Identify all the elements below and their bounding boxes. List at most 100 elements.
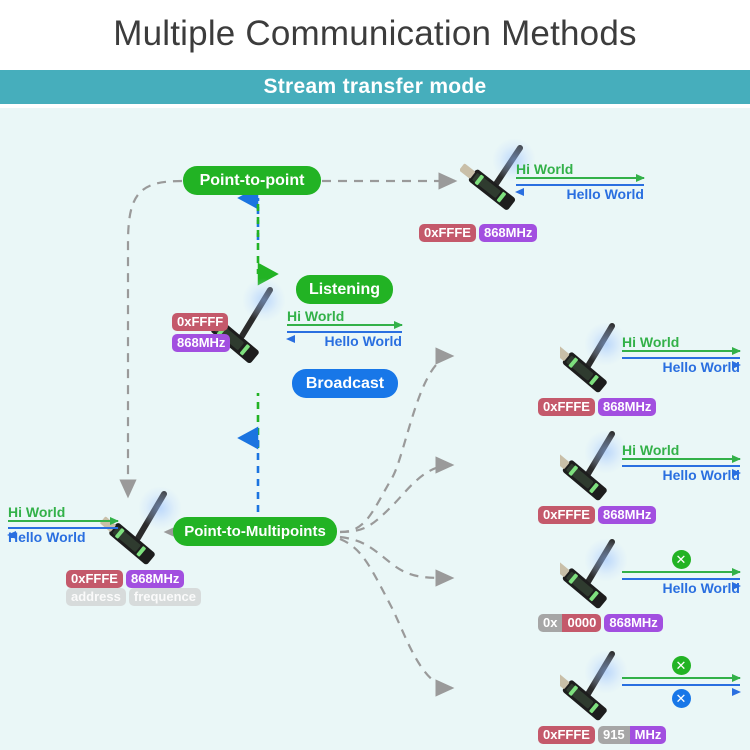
tx-arrow-line	[622, 347, 741, 355]
rx-label: Hello World	[566, 186, 644, 202]
cross-icon: ✕	[671, 689, 691, 708]
device-left-hub-tags: 0xFFFE 868MHz	[66, 570, 185, 588]
rx-arrow-head	[515, 188, 524, 196]
node-listening-label: Listening	[308, 280, 381, 298]
rx-arrow-head	[732, 361, 741, 369]
tx-label: Hi World	[516, 161, 574, 177]
page-subtitle: Stream transfer mode	[263, 75, 487, 98]
frequency-tag: 868MHz	[125, 570, 185, 588]
rx-blocked-row: ✕	[622, 689, 740, 708]
rx-arrow-head	[286, 335, 295, 343]
rx-arrow-head	[732, 469, 741, 477]
message-group-center-hub: Hi World Hello World	[286, 308, 403, 349]
address-tag: 0xFFFE	[419, 224, 476, 242]
tx-arrow-head	[732, 568, 741, 576]
address-tag: 0xFFFE	[538, 726, 595, 744]
frequency-tag: 868MHz	[478, 224, 538, 242]
message-group-right-2: Hi World Hello World	[622, 442, 741, 483]
tx-arrow-head	[636, 174, 645, 182]
tx-label: Hi World	[287, 308, 345, 324]
device-top-right-tags: 0xFFFE 868MHz	[419, 224, 538, 242]
frequency-unit: MHz	[629, 726, 667, 744]
tx-arrow-head	[732, 347, 741, 355]
message-group-left-hub: Hi World Hello World	[7, 504, 119, 545]
cross-icon: ✕	[671, 550, 691, 569]
legend-address-label: address	[66, 588, 126, 606]
antenna-glow	[138, 486, 182, 530]
arrow-pair	[7, 517, 119, 539]
rx-arrow-line	[622, 465, 741, 477]
rx-arrow-head	[732, 582, 741, 590]
diagram-canvas: Point-to-point Listening Broadcast Point…	[0, 108, 750, 750]
arrow-pair	[622, 674, 741, 696]
device-right-2-tags: 0xFFFE 868MHz	[538, 506, 657, 524]
tx-arrow-head	[110, 517, 119, 525]
tx-arrow-line	[622, 674, 741, 682]
legend-frequence-label: frequence	[128, 588, 202, 606]
rx-arrow-head	[732, 688, 741, 696]
node-listening[interactable]: Listening	[296, 275, 393, 304]
arrow-pair	[622, 347, 741, 369]
tx-label: Hi World	[8, 504, 66, 520]
tx-label: Hi World	[622, 442, 680, 458]
device-right-1-tags: 0xFFFE 868MHz	[538, 398, 657, 416]
rx-label: Hello World	[662, 359, 740, 375]
address-tag: 0xFFFE	[66, 570, 123, 588]
frequency-tag: 868MHz	[597, 398, 657, 416]
node-broadcast-label: Broadcast	[305, 374, 385, 392]
rx-arrow-line	[622, 357, 741, 369]
arrow-pair	[622, 568, 741, 590]
tx-arrow-line	[8, 517, 119, 525]
tx-arrow-head	[732, 455, 741, 463]
link-multipoint-branch-3	[339, 535, 455, 587]
antenna-glow	[242, 278, 286, 322]
rx-arrow-line	[622, 684, 741, 696]
rx-label: Hello World	[324, 333, 402, 349]
cross-icon: ✕	[671, 656, 691, 675]
rx-arrow-line	[7, 527, 118, 539]
frequency-tag: 915 MHz	[597, 726, 667, 744]
device-right-3-tags: 0x 0000 868MHz	[538, 614, 663, 632]
page-title: Multiple Communication Methods	[113, 14, 637, 53]
node-point-to-point[interactable]: Point-to-point	[183, 166, 321, 195]
address-tag: 0x 0000	[538, 614, 602, 632]
tx-arrow-line	[622, 455, 741, 463]
rx-arrow-line	[286, 331, 402, 343]
link-multipoint-branch-4	[339, 537, 455, 697]
device-right-4-tags: 0xFFFE 915 MHz	[538, 726, 667, 744]
message-group-right-4: ✕ ✕	[622, 656, 741, 708]
frequency-tag: 868MHz	[172, 334, 231, 352]
node-broadcast[interactable]: Broadcast	[292, 369, 398, 398]
rx-label: Hello World	[662, 467, 740, 483]
node-point-to-multipoints[interactable]: Point-to-Multipoints	[173, 517, 337, 546]
poster-root: Multiple Communication Methods Stream tr…	[0, 0, 750, 750]
arrow-pair	[286, 321, 403, 343]
frequency-value: 915	[597, 726, 630, 744]
frequency-tag: 868MHz	[604, 614, 663, 632]
rx-arrow-line	[622, 578, 741, 590]
rx-label: Hello World	[8, 529, 86, 545]
poster-subtitle-bar: Stream transfer mode	[0, 70, 750, 104]
tx-arrow-line	[622, 568, 741, 576]
tx-arrow-head	[394, 321, 403, 329]
link-multipoint-branch-2	[339, 456, 455, 534]
address-tag: 0xFFFF	[172, 313, 229, 331]
message-group-right-3: ✕ Hello World	[622, 550, 741, 596]
message-group-right-1: Hi World Hello World	[622, 334, 741, 375]
rx-arrow-line	[515, 184, 644, 196]
address-prefix: 0x	[538, 614, 563, 632]
arrow-pair	[622, 455, 741, 477]
tx-arrow-line	[516, 174, 645, 182]
tx-label: Hi World	[622, 334, 680, 350]
tx-arrow-head	[732, 674, 741, 682]
message-group-top-right: Hi World Hello World	[515, 161, 645, 202]
device-left-hub-legend: address frequence	[66, 588, 202, 606]
arrow-pair	[515, 174, 645, 196]
tx-blocked-row: ✕	[622, 550, 740, 569]
poster-title-bar: Multiple Communication Methods	[0, 0, 750, 68]
device-center-hub-tags: 0xFFFF 868MHz	[172, 313, 231, 352]
address-tag: 0xFFFE	[538, 506, 595, 524]
node-point-to-point-label: Point-to-point	[199, 171, 305, 189]
tx-blocked-row: ✕	[622, 656, 740, 675]
rx-arrow-head	[7, 531, 16, 539]
